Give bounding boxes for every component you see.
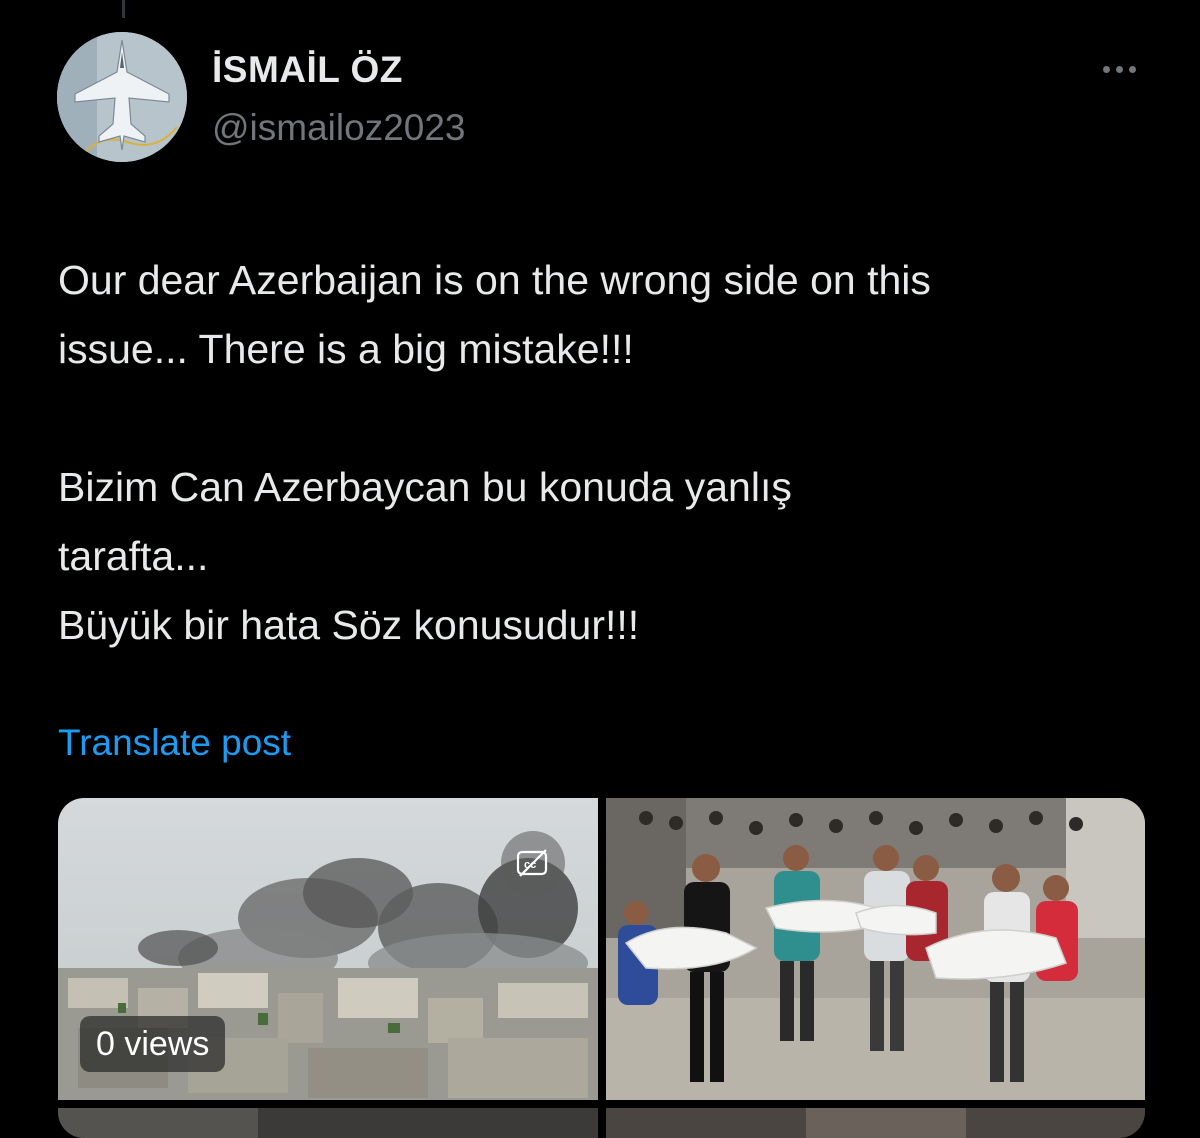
image-thumbnail[interactable] bbox=[606, 798, 1145, 1100]
captions-toggle-button[interactable]: cc bbox=[501, 831, 565, 895]
more-dot bbox=[1115, 65, 1123, 73]
partial-image bbox=[606, 1108, 1145, 1138]
video-thumbnail[interactable]: cc 0 views bbox=[58, 798, 598, 1100]
translate-post-link[interactable]: Translate post bbox=[58, 720, 291, 766]
author-handle[interactable]: @ismailoz2023 bbox=[212, 106, 466, 150]
media-grid: cc 0 views bbox=[58, 798, 1145, 1138]
street-procession-image bbox=[606, 798, 1145, 1100]
author-display-name[interactable]: İSMAİL ÖZ bbox=[212, 48, 466, 92]
post-body-text: Our dear Azerbaijan is on the wrong side… bbox=[58, 257, 931, 648]
image-thumbnail[interactable] bbox=[606, 1108, 1145, 1138]
more-dot bbox=[1128, 65, 1136, 73]
more-options-button[interactable] bbox=[1094, 54, 1144, 84]
captions-off-icon: cc bbox=[516, 849, 548, 877]
fighter-jet-icon bbox=[57, 32, 187, 162]
author-avatar[interactable] bbox=[57, 32, 187, 162]
partial-image bbox=[58, 1108, 598, 1138]
thread-connector-line bbox=[122, 0, 125, 18]
video-views-badge: 0 views bbox=[80, 1016, 226, 1072]
more-horizontal-icon bbox=[1102, 65, 1110, 73]
post-author: İSMAİL ÖZ @ismailoz2023 bbox=[212, 48, 466, 150]
image-thumbnail[interactable] bbox=[58, 1108, 598, 1138]
